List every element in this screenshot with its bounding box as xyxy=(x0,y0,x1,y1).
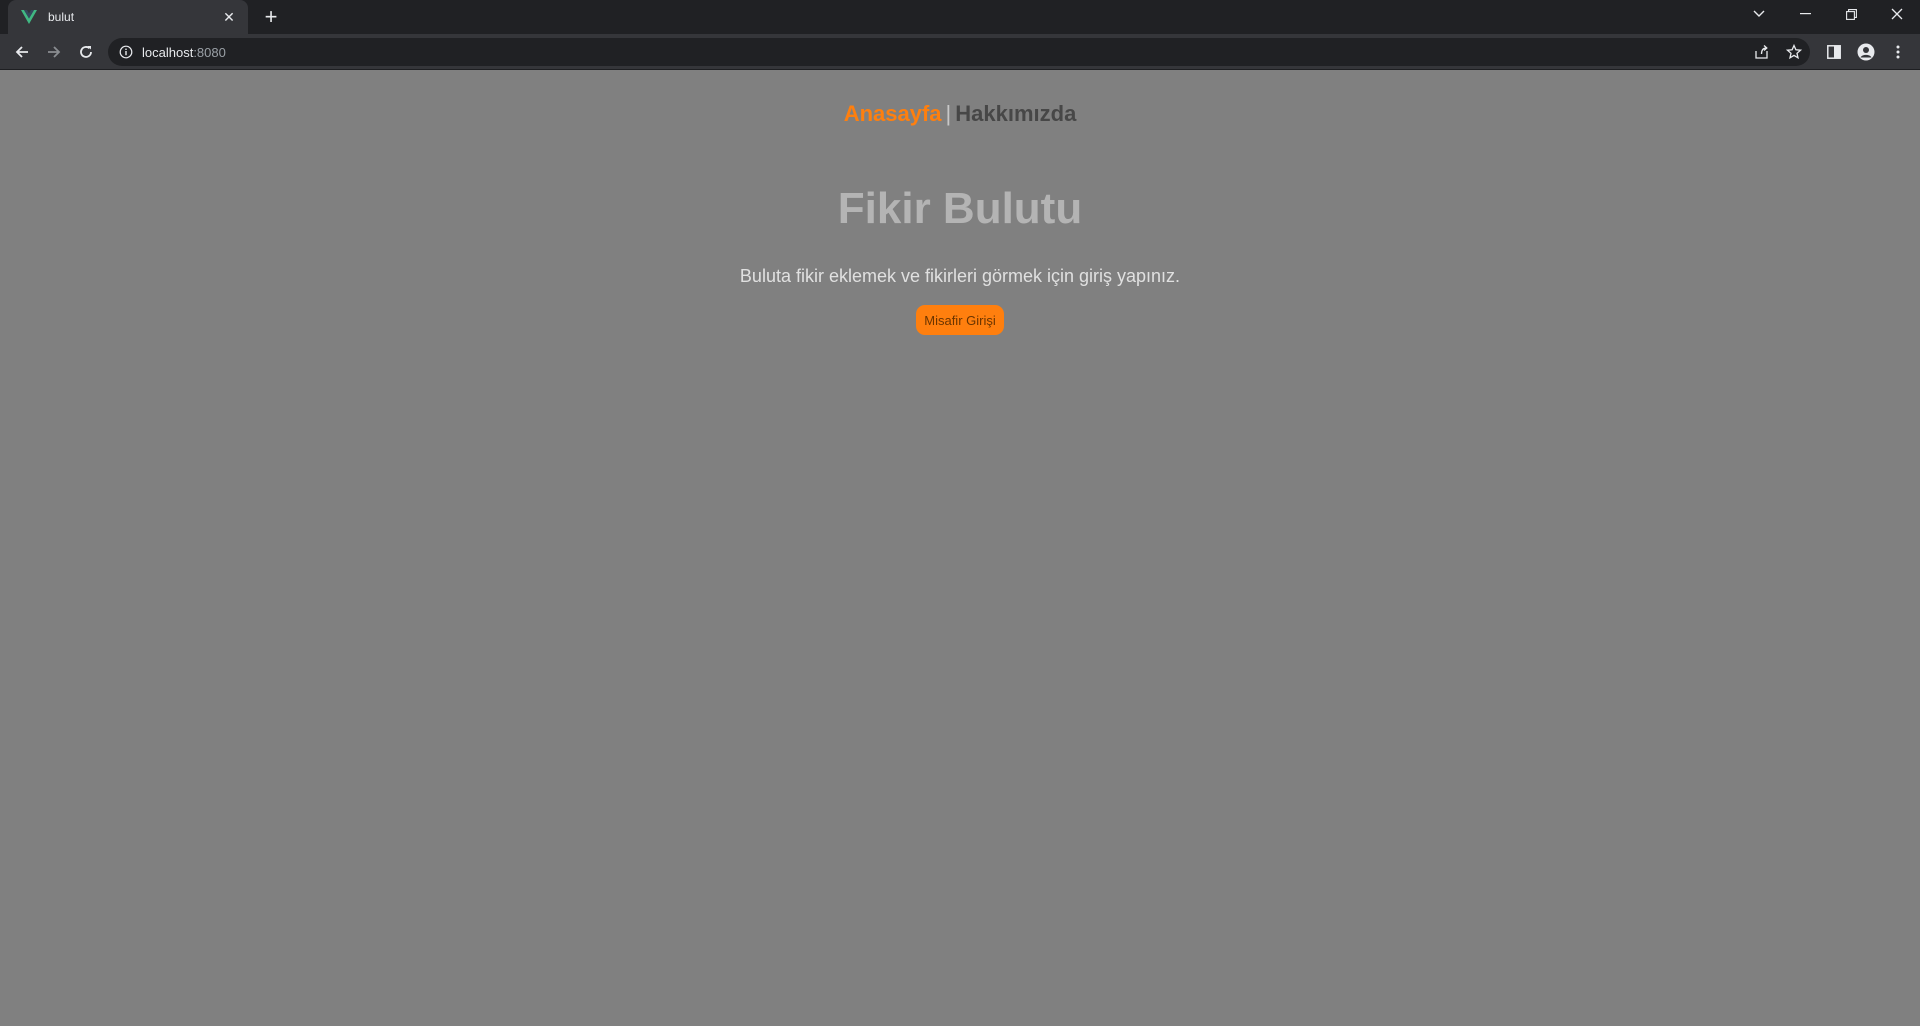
back-button[interactable] xyxy=(8,38,36,66)
login-prompt: Buluta fikir eklemek ve fikirleri görmek… xyxy=(739,266,1181,286)
restore-button[interactable] xyxy=(1828,0,1874,28)
guest-button-container: Misafir Girişi xyxy=(0,305,1920,335)
nav-link-about[interactable]: Hakkımızda xyxy=(955,101,1076,126)
forward-button[interactable] xyxy=(40,38,68,66)
tab-search-icon[interactable] xyxy=(1736,0,1782,28)
url-host: localhost xyxy=(142,44,194,60)
new-tab-button[interactable]: + xyxy=(258,4,284,30)
close-tab-icon[interactable]: ✕ xyxy=(220,8,238,26)
profile-icon[interactable] xyxy=(1852,38,1880,66)
browser-tab[interactable]: bulut ✕ xyxy=(8,0,248,34)
tab-strip: bulut ✕ + xyxy=(0,0,1920,34)
close-window-button[interactable] xyxy=(1874,0,1920,28)
url-port: :8080 xyxy=(193,44,226,60)
nav-link-home[interactable]: Anasayfa xyxy=(844,101,942,126)
browser-toolbar: localhost:8080 xyxy=(0,34,1920,70)
site-info-icon[interactable] xyxy=(118,44,134,60)
page-title: Fikir Bulutu xyxy=(837,184,1083,233)
side-panel-icon[interactable] xyxy=(1820,38,1848,66)
browser-menu-icon[interactable] xyxy=(1884,38,1912,66)
main-nav: Anasayfa | Hakkımızda xyxy=(0,101,1920,127)
tab-title: bulut xyxy=(48,10,75,24)
bookmark-star-icon[interactable] xyxy=(1782,40,1806,64)
nav-separator: | xyxy=(945,101,952,126)
guest-login-button[interactable]: Misafir Girişi xyxy=(916,305,1004,335)
share-icon[interactable] xyxy=(1750,40,1774,64)
reload-button[interactable] xyxy=(72,38,100,66)
minimize-button[interactable] xyxy=(1782,0,1828,28)
vue-logo-icon xyxy=(20,8,38,26)
address-bar[interactable]: localhost:8080 xyxy=(108,38,1810,66)
page-viewport: Anasayfa | Hakkımızda Fikir Bulutu Buluta … xyxy=(0,70,1920,1026)
